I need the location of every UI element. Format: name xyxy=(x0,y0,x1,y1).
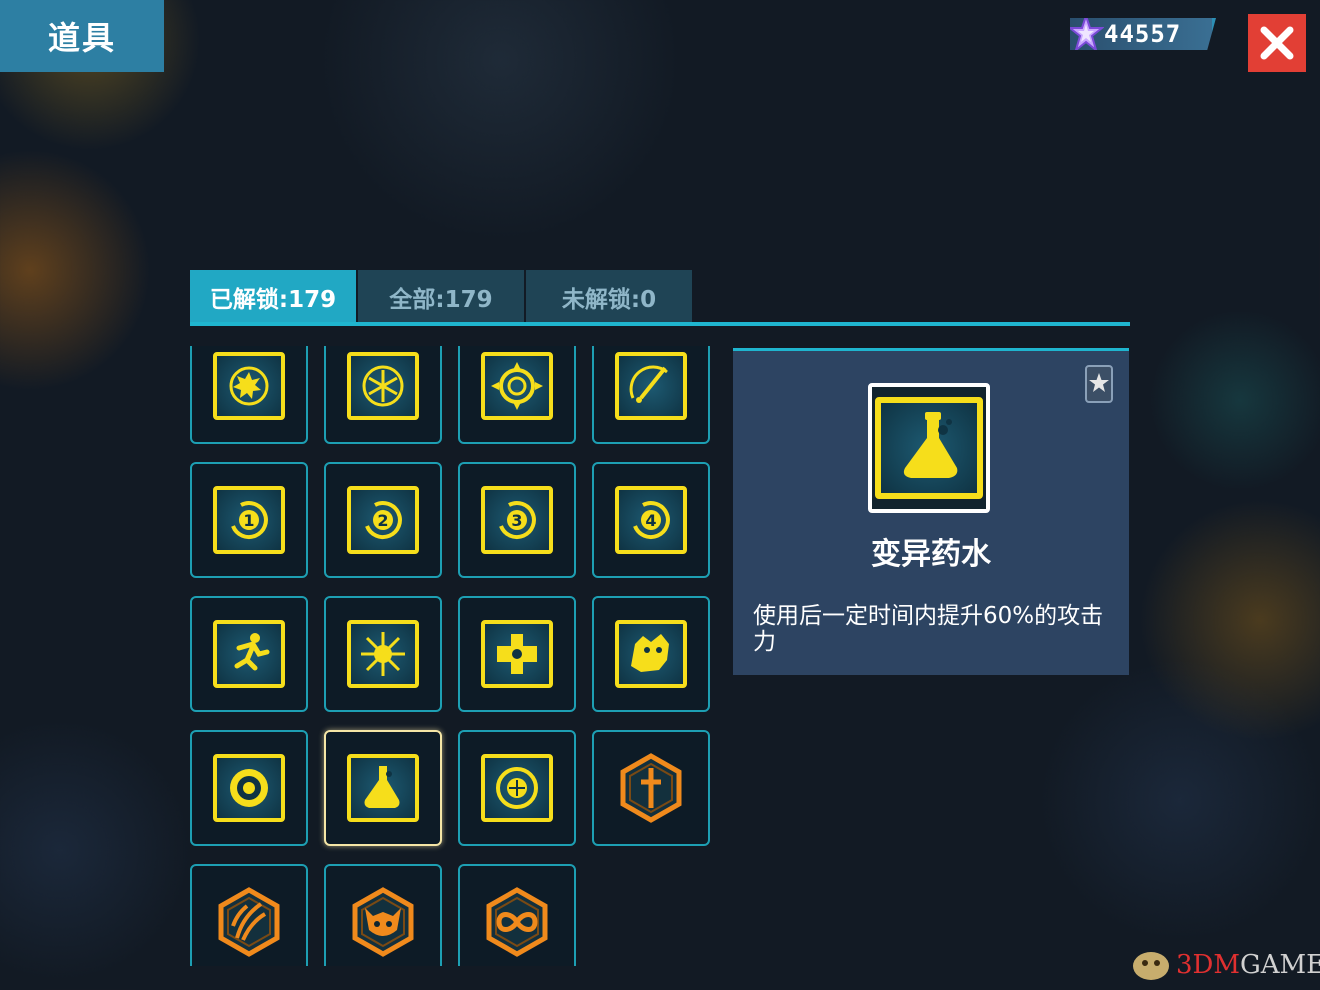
star-badge-icon[interactable] xyxy=(1085,365,1113,405)
item-slot[interactable] xyxy=(190,596,308,712)
close-button[interactable] xyxy=(1248,14,1306,72)
tab-locked[interactable]: 未解锁:0 xyxy=(526,270,692,324)
item-slot[interactable]: 3 xyxy=(458,462,576,578)
sun-gear-icon xyxy=(213,352,285,420)
item-slot[interactable] xyxy=(458,730,576,846)
item-slot[interactable] xyxy=(324,864,442,966)
item-slot[interactable] xyxy=(324,730,442,846)
watermark-text: 3DMGAME xyxy=(1176,950,1320,980)
tab-underline xyxy=(190,322,1130,326)
svg-text:3: 3 xyxy=(511,511,522,530)
mascot-icon xyxy=(1133,952,1169,980)
cross-shield-icon xyxy=(481,620,553,688)
item-slot[interactable] xyxy=(592,596,710,712)
item-slot[interactable] xyxy=(458,346,576,444)
eye-orb-icon xyxy=(213,754,285,822)
item-slot[interactable] xyxy=(458,596,576,712)
frost-orb-icon xyxy=(481,754,553,822)
svg-text:1: 1 xyxy=(243,511,254,530)
item-slot[interactable] xyxy=(592,730,710,846)
claw-hex-icon xyxy=(218,887,280,957)
item-slot[interactable]: 4 xyxy=(592,462,710,578)
svg-text:4: 4 xyxy=(645,511,656,530)
running-man-icon xyxy=(213,620,285,688)
item-slot[interactable] xyxy=(324,346,442,444)
level-1-icon: 1 xyxy=(213,486,285,554)
item-description: 使用后一定时间内提升60%的攻击力 xyxy=(753,603,1104,655)
page-title: 道具 xyxy=(0,0,164,72)
detail-icon-frame xyxy=(868,383,990,513)
dagger-hex-icon xyxy=(620,753,682,823)
currency-amount: 44557 xyxy=(1104,20,1182,48)
filter-tabs: 已解锁:179 全部:179 未解锁:0 xyxy=(190,270,1130,324)
tab-unlocked[interactable]: 已解锁:179 xyxy=(190,270,356,324)
level-4-icon: 4 xyxy=(615,486,687,554)
beast-head-icon xyxy=(615,620,687,688)
item-slot[interactable] xyxy=(458,864,576,966)
item-grid: 1 2 3 4 xyxy=(190,346,715,966)
star-crystal-icon xyxy=(1070,18,1104,50)
level-2-icon: 2 xyxy=(347,486,419,554)
snowflake-icon xyxy=(347,352,419,420)
level-3-icon: 3 xyxy=(481,486,553,554)
sword-slash-icon xyxy=(615,352,687,420)
demon-face-hex-icon xyxy=(352,887,414,957)
tab-all[interactable]: 全部:179 xyxy=(358,270,524,324)
potion-flask-icon xyxy=(875,397,983,499)
close-icon xyxy=(1260,26,1294,60)
watermark: 3DMGAME xyxy=(1128,940,1320,986)
item-slot[interactable] xyxy=(324,596,442,712)
item-slot[interactable] xyxy=(190,730,308,846)
item-slot[interactable] xyxy=(592,346,710,444)
svg-text:2: 2 xyxy=(377,511,388,530)
currency-display: 44557 xyxy=(1070,18,1216,50)
item-slot[interactable] xyxy=(190,346,308,444)
item-slot[interactable]: 2 xyxy=(324,462,442,578)
infinity-hex-icon xyxy=(486,887,548,957)
starburst-icon xyxy=(347,620,419,688)
item-name: 变异药水 xyxy=(871,537,991,572)
item-slot[interactable]: 1 xyxy=(190,462,308,578)
spiral-target-icon xyxy=(481,352,553,420)
potion-flask-icon xyxy=(347,754,419,822)
item-slot[interactable] xyxy=(190,864,308,966)
item-detail-panel: 变异药水 使用后一定时间内提升60%的攻击力 xyxy=(733,348,1129,675)
